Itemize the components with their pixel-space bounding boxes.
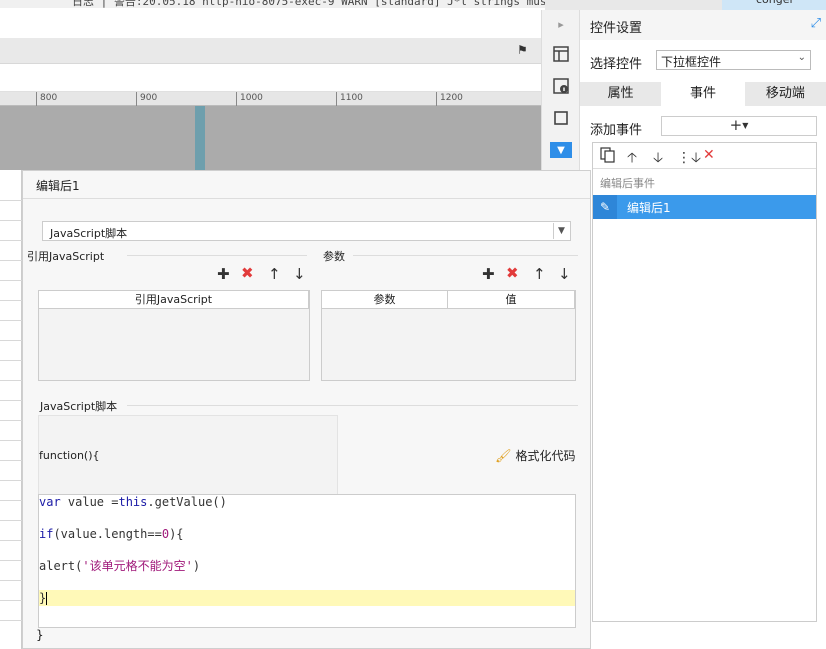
move-up-icon[interactable]: ↑ [533,265,546,283]
format-code-label: 格式化代码 [515,449,576,463]
horizontal-ruler: 800 900 1000 1100 1200 [0,92,541,106]
log-text: 日志 | 警告:20.05.18 http-nio-8075-exec-9 WA… [72,0,545,8]
script-type-select[interactable]: JavaScript脚本 ▼ [42,221,571,241]
collapse-arrow-icon[interactable]: ▸ [549,12,573,36]
code-line: if(value.length==0){ [39,527,184,541]
ref-js-section-label: 引用JavaScript [27,250,105,263]
function-closing-brace: } [36,628,44,642]
chevron-down-icon: ⌄ [797,52,806,63]
dialog-title-bar: 编辑后1 [23,171,590,199]
divider [127,255,307,256]
user-name: congel [756,0,793,6]
top-status-area [545,0,722,10]
move-down-icon[interactable]: ↓ [558,265,571,283]
ref-js-column-header: 引用JavaScript [39,291,309,308]
user-badge[interactable]: congel [722,0,826,10]
script-type-value: JavaScript脚本 [50,227,128,240]
params-section-label: 参数 [323,250,345,263]
add-event-button[interactable]: +▼ [661,116,817,136]
pencil-icon: ✎ [593,195,617,219]
move-up-icon[interactable]: ↑ [268,265,281,283]
code-line-current: } [39,590,575,606]
ruler-tick: 1000 [236,92,263,106]
delete-ref-icon[interactable]: ✖ [241,264,254,282]
add-param-icon[interactable]: ✚ [482,265,495,283]
copy-icon[interactable] [600,147,616,167]
side-icon-bar: ▸ ▼ [541,10,579,170]
widget-dropdown-icon[interactable]: ▼ [550,142,572,158]
code-line: alert('该单元格不能为空') [39,559,201,573]
ruler-tick: 1100 [336,92,363,106]
canvas-guide-line [195,106,205,170]
event-list: 🡡 🡣 ⋮🡣 ✕ 编辑后事件 ✎ 编辑后1 [592,142,817,622]
ref-js-table: 引用JavaScript [38,290,310,381]
move-down-icon[interactable]: ↓ [293,265,306,283]
event-toolbar: 🡡 🡣 ⋮🡣 ✕ [593,143,816,169]
move-up-icon[interactable]: 🡡 [627,147,637,171]
design-canvas[interactable] [0,106,541,170]
event-category-label: 编辑后事件 [600,177,655,190]
row-header-strip [0,170,22,649]
add-event-row: 添加事件 +▼ [580,114,826,140]
move-down-icon[interactable]: 🡣 [653,147,663,171]
code-line: var value =this.getValue() [39,495,227,509]
select-widget-row: 选择控件 下拉框控件 ⌄ [580,48,826,74]
log-bar: 日志 | 警告:20.05.18 http-nio-8075-exec-9 WA… [0,0,545,8]
select-widget-label: 选择控件 [590,57,643,72]
widget-select[interactable]: 下拉框控件 ⌄ [656,50,811,70]
function-header: function(){ [39,449,100,462]
format-code-button[interactable]: 🖌 格式化代码 [495,447,576,464]
param-value-column-header: 值 [448,291,575,308]
ruler-tick: 800 [36,92,57,106]
layout-icon[interactable] [549,42,573,66]
param-name-column-header: 参数 [322,291,448,308]
divider [127,405,578,406]
function-header-area: function(){ [38,415,338,495]
text-cursor [46,592,48,605]
widget-settings-panel: 控件设置 ⤢ 选择控件 下拉框控件 ⌄ 属性 事件 移动端 添加事件 +▼ 🡡 [579,10,826,649]
tab-mobile[interactable]: 移动端 [744,82,826,106]
brush-icon: 🖌 [495,449,512,464]
params-table-header: 参数 值 [322,291,575,309]
event-item-name: 编辑后1 [627,201,671,215]
ref-js-table-header: 引用JavaScript [39,291,309,309]
code-editor[interactable]: var value =this.getValue() if(value.leng… [38,494,576,628]
script-section-label: JavaScript脚本 [40,400,118,413]
app-window: 日志 | 警告:20.05.18 http-nio-8075-exec-9 WA… [0,0,826,649]
design-blank-row [0,64,541,92]
panel-title: 控件设置 [590,21,643,36]
collapse-panel-icon[interactable]: ⤢ [811,16,821,31]
params-table: 参数 值 [321,290,576,381]
dialog-title: 编辑后1 [36,179,80,193]
cell-info-icon[interactable] [549,74,573,98]
divider [353,255,578,256]
ruler-tick: 1200 [436,92,463,106]
event-edit-dialog: 编辑后1 JavaScript脚本 ▼ 引用JavaScript ✚ ✖ ↑ ↓… [22,170,591,649]
event-list-item[interactable]: ✎ 编辑后1 [593,195,816,219]
frame-icon[interactable] [549,106,573,130]
widget-select-value: 下拉框控件 [661,55,722,69]
tab-properties[interactable]: 属性 [580,82,663,106]
add-ref-icon[interactable]: ✚ [217,265,230,283]
design-toolbar: ⚑ [0,38,541,64]
delete-icon[interactable]: ✕ [703,147,715,163]
add-event-label: 添加事件 [590,123,643,138]
chevron-down-icon: ▼ [553,223,569,239]
format-brush-icon[interactable]: ⚑ [517,43,533,59]
move-to-bottom-icon[interactable]: ⋮🡣 [677,147,701,171]
delete-param-icon[interactable]: ✖ [506,264,519,282]
tab-events[interactable]: 事件 [662,82,745,106]
panel-tabs: 属性 事件 移动端 [580,82,826,106]
panel-header: 控件设置 ⤢ [580,10,826,40]
ruler-tick: 900 [136,92,157,106]
